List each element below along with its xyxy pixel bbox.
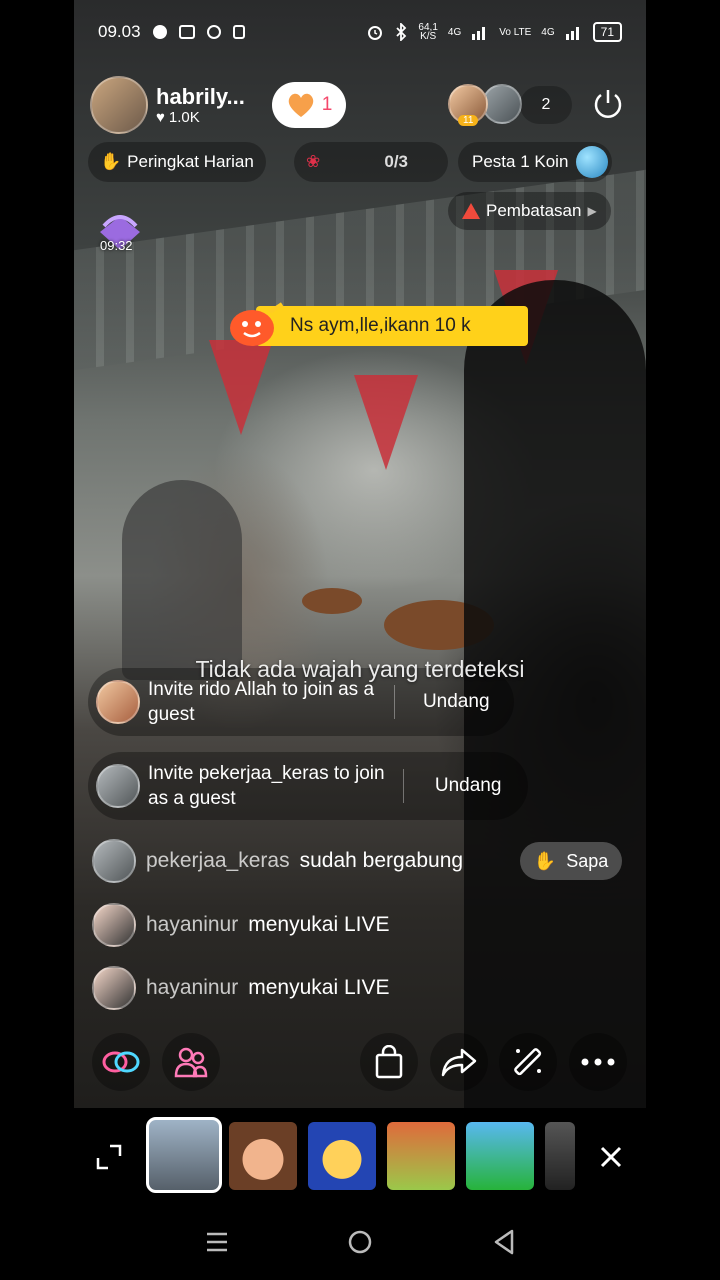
heart-icon (288, 93, 313, 117)
restriction-button[interactable]: Pembatasan ▶ (448, 192, 611, 230)
warning-icon (462, 203, 480, 219)
effects-button[interactable] (499, 1033, 557, 1091)
invite-button[interactable]: Undang (416, 775, 520, 797)
chat-message: hayaninur menyukai LIVE (92, 966, 389, 1010)
host-avatar[interactable] (90, 76, 148, 134)
pinned-text: Ns aym,lle,ikann 10 k (256, 306, 528, 346)
share-icon (441, 1048, 477, 1077)
user-avatar (92, 839, 136, 883)
chevron-right-icon: ▶ (587, 204, 597, 218)
notification-dot-icon (152, 25, 167, 39)
network-speed: 64,1 K/S (418, 22, 438, 42)
share-button[interactable] (430, 1033, 488, 1091)
alarm-icon (368, 26, 383, 40)
expand-icon[interactable] (96, 1144, 122, 1170)
guests-icon (174, 1047, 208, 1078)
invite-text: Invite rido Allah to join as a guest (148, 679, 375, 725)
wave-hand-icon: ✋ (533, 850, 557, 871)
magic-wand-icon (514, 1048, 542, 1076)
message-text: sudah bergabung (299, 849, 464, 872)
signal-4g-1: 4G (447, 26, 462, 38)
greet-button[interactable]: ✋ Sapa (520, 842, 622, 880)
globe-icon (576, 146, 609, 178)
coin-party-pill[interactable]: Pesta 1 Koin (458, 142, 613, 182)
effect-thumbnail[interactable] (387, 1122, 455, 1190)
home-icon[interactable] (346, 1228, 374, 1256)
chat-message: pekerjaa_keras sudah bergabung (92, 839, 463, 883)
gallery-notification-icon (178, 25, 195, 39)
volte-indicator: Vo LTE (499, 26, 532, 38)
invite-button[interactable]: Undang (406, 691, 506, 713)
effect-thumbnail-selected[interactable] (146, 1117, 222, 1193)
host-likes: ♥ 1.0K (156, 108, 200, 126)
face-detection-notice: Tidak ada wajah yang terdeteksi (195, 656, 525, 682)
viewer-avatar (482, 84, 522, 124)
host-name: habrily... (156, 83, 245, 109)
more-icon (581, 1058, 615, 1066)
viewer-count[interactable]: 2 (520, 86, 572, 124)
clock: 09.03 (98, 22, 141, 41)
message-user[interactable]: pekerjaa_keras (146, 849, 290, 873)
video-person (122, 480, 242, 680)
recent-apps-icon[interactable] (203, 1228, 231, 1256)
user-avatar (92, 903, 136, 947)
divider (403, 769, 405, 803)
mascot-icon (230, 302, 284, 346)
viewer-avatars[interactable]: 11 (448, 84, 522, 126)
rose-icon: ❀ (306, 152, 321, 171)
guest-avatar (96, 680, 140, 724)
invite-text: Invite pekerjaa_keras to join as a guest (148, 763, 385, 809)
message-text: menyukai LIVE (248, 976, 390, 999)
message-user[interactable]: hayaninur (146, 913, 238, 937)
user-avatar (92, 966, 136, 1010)
daily-rank-pill[interactable]: ✋ Peringkat Harian (88, 142, 266, 182)
cohost-button[interactable] (92, 1033, 150, 1091)
host-profile[interactable]: habrily... ♥ 1.0K (90, 76, 245, 134)
video-flag (209, 340, 273, 435)
message-text: menyukai LIVE (248, 913, 390, 936)
end-live-power-icon[interactable] (590, 86, 626, 122)
chat-message: hayaninur menyukai LIVE (92, 903, 389, 947)
cohost-icon (102, 1051, 140, 1073)
effect-thumbnail[interactable] (545, 1122, 575, 1190)
gift-timer: 09:32 (100, 238, 133, 253)
effect-thumbnail[interactable] (308, 1122, 376, 1190)
whatsapp-icon (206, 25, 221, 39)
video-flag (354, 375, 418, 470)
video-food-plate (302, 588, 362, 614)
signal-4g-2: 4G (541, 26, 555, 38)
gift-goal-pill[interactable]: ❀ 0/3 (294, 142, 448, 182)
shop-button[interactable] (360, 1033, 418, 1091)
divider (393, 685, 395, 719)
bluetooth-icon (396, 23, 407, 41)
status-bar: 09.03 64,1 K/S 4G Vo LTE 4G 71 (74, 0, 646, 64)
hand-icon: ✋ (100, 152, 122, 171)
invite-guest-row[interactable]: Invite pekerjaa_keras to join as a guest… (88, 752, 528, 820)
follow-button[interactable]: 1 (272, 82, 346, 128)
effect-thumbnail[interactable] (229, 1122, 297, 1190)
signal-bars-icon (472, 27, 486, 40)
heart-icon: ♥ (156, 108, 165, 126)
signal-bars-icon-2 (565, 27, 579, 40)
back-icon[interactable] (490, 1228, 518, 1256)
more-button[interactable] (569, 1033, 627, 1091)
message-user[interactable]: hayaninur (146, 976, 238, 1000)
guests-button[interactable] (162, 1033, 220, 1091)
effect-thumbnail-upload-icon[interactable] (466, 1122, 534, 1190)
close-icon[interactable] (597, 1143, 625, 1171)
app-notification-icon (232, 25, 245, 39)
shopping-bag-icon (375, 1045, 403, 1079)
guest-avatar (96, 764, 140, 808)
viewer-avatar: 11 (448, 84, 488, 126)
battery-indicator: 71 (592, 22, 622, 42)
